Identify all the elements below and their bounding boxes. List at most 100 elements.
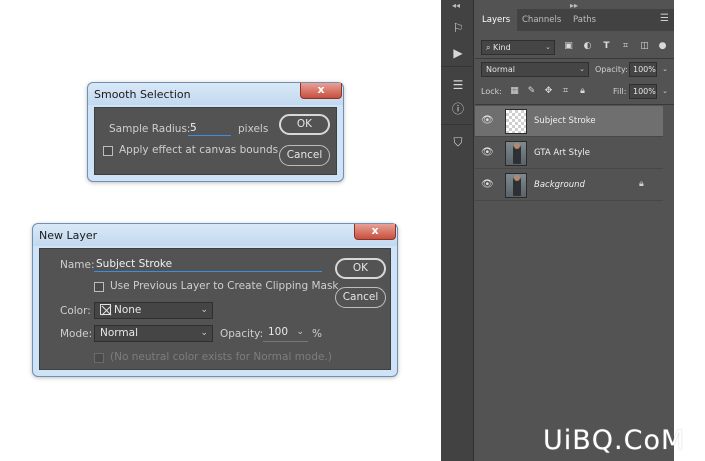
- layer-lock-icon: 🔒︎: [639, 179, 644, 189]
- chevron-down-icon: ⌄: [200, 328, 208, 338]
- name-input[interactable]: Subject Stroke: [94, 258, 322, 272]
- dialog-title: Smooth Selection: [94, 88, 191, 101]
- neutral-color-label: (No neutral color exists for Normal mode…: [110, 351, 332, 363]
- collapse-grip-icon[interactable]: ◂◂: [452, 1, 460, 10]
- panel-divider: [475, 58, 674, 59]
- opacity-label: Opacity:: [220, 328, 264, 340]
- photoshop-panel-area: ◂◂ ⚐ ▶ ☰ ⓘ ⛉ ▸▸ Layers Channels Paths ☰ …: [441, 0, 674, 461]
- panel-divider: [475, 104, 674, 105]
- opacity-unit: %: [312, 328, 322, 340]
- close-button[interactable]: x: [354, 224, 396, 240]
- watermark: UiBQ.CoM: [543, 425, 686, 456]
- search-icon: ⌕: [486, 43, 494, 52]
- lock-label: Lock:: [481, 87, 502, 96]
- visibility-eye-icon[interactable]: 👁︎: [481, 179, 494, 191]
- type-filter-icon[interactable]: T: [601, 41, 612, 52]
- panel-tabs: Layers Channels Paths ☰: [475, 9, 674, 31]
- layer-name: Background: [534, 180, 585, 190]
- filter-kind-select[interactable]: ⌕ Kind ⌄: [481, 40, 555, 55]
- units-label: pixels: [238, 123, 269, 135]
- fill-input[interactable]: 100% ⌄: [629, 84, 668, 99]
- chevron-down-icon: ⌄: [296, 327, 304, 337]
- apply-canvas-checkbox[interactable]: [103, 146, 113, 156]
- visibility-eye-icon[interactable]: 👁︎: [481, 147, 494, 159]
- lock-row: Lock: ▦ ✎ ✥ ⌗ 🔒︎ Fill: 100% ⌄: [479, 84, 670, 102]
- chevron-down-icon: ⌄: [200, 305, 208, 315]
- color-select[interactable]: None ⌄: [94, 302, 213, 319]
- lock-position-icon[interactable]: ✥: [543, 86, 554, 97]
- play-icon[interactable]: ▶: [450, 45, 466, 61]
- layer-row[interactable]: 👁︎ Subject Stroke: [475, 106, 663, 137]
- figure-head: [514, 143, 520, 149]
- smart-object-filter-icon[interactable]: ◫: [639, 41, 650, 52]
- shape-filter-icon[interactable]: ⌗: [620, 41, 631, 52]
- tab-layers[interactable]: Layers: [475, 9, 518, 31]
- history-brush-icon[interactable]: ⚐: [450, 20, 466, 36]
- sample-radius-label: Sample Radius:: [109, 123, 191, 135]
- tool-strip: ◂◂ ⚐ ▶ ☰ ⓘ ⛉: [441, 0, 474, 461]
- fill-label: Fill:: [613, 87, 627, 96]
- filter-toggle-icon[interactable]: ●: [657, 41, 668, 52]
- dialog-title: New Layer: [39, 229, 98, 242]
- clipping-mask-label: Use Previous Layer to Create Clipping Ma…: [110, 280, 339, 292]
- name-label: Name:: [60, 259, 95, 271]
- mode-value: Normal: [100, 327, 138, 339]
- visibility-eye-icon[interactable]: 👁︎: [481, 115, 494, 127]
- tab-channels[interactable]: Channels: [522, 9, 561, 31]
- layer-row[interactable]: 👁︎ Background 🔒︎: [475, 170, 663, 201]
- clipping-mask-checkbox[interactable]: [94, 282, 104, 292]
- opacity-input[interactable]: 100% ⌄: [629, 62, 668, 77]
- tool-divider: [441, 124, 474, 125]
- sample-radius-input[interactable]: 5: [188, 122, 231, 136]
- chevron-down-icon: ⌄: [662, 65, 668, 73]
- layer-row[interactable]: 👁︎ GTA Art Style: [475, 138, 663, 169]
- cancel-button[interactable]: Cancel: [335, 287, 386, 308]
- cancel-button[interactable]: Cancel: [279, 145, 330, 166]
- blend-mode-select[interactable]: Normal ⌄: [481, 62, 589, 77]
- panel-menu-icon[interactable]: ☰: [660, 13, 669, 24]
- mode-select[interactable]: Normal ⌄: [94, 325, 213, 342]
- blend-mode-value: Normal: [486, 65, 515, 74]
- filter-kind-value: Kind: [493, 43, 511, 52]
- layer-thumbnail: [505, 109, 527, 134]
- figure-head: [514, 175, 520, 181]
- lock-all-icon[interactable]: 🔒︎: [577, 86, 588, 97]
- opacity-label: Opacity:: [595, 65, 628, 74]
- color-value: None: [114, 304, 142, 316]
- lock-image-icon[interactable]: ✎: [526, 86, 537, 97]
- new-layer-dialog: New Layer x Name: Subject Stroke Use Pre…: [32, 223, 398, 377]
- screenshot-root: Smooth Selection x Sample Radius: 5 pixe…: [0, 0, 705, 461]
- layer-name: Subject Stroke: [534, 116, 596, 126]
- dialog-body: Sample Radius: 5 pixels Apply effect at …: [94, 107, 337, 175]
- chevron-down-icon: ⌄: [579, 65, 585, 73]
- chevron-down-icon: ⌄: [545, 43, 551, 51]
- stamp-icon[interactable]: ⛉: [450, 134, 466, 150]
- opacity-value: 100: [268, 326, 289, 338]
- layer-name: GTA Art Style: [534, 148, 591, 158]
- ok-button[interactable]: OK: [279, 114, 330, 135]
- smooth-selection-dialog: Smooth Selection x Sample Radius: 5 pixe…: [87, 82, 344, 182]
- layer-thumbnail: [505, 141, 527, 166]
- layers-panel: ▸▸ Layers Channels Paths ☰ ⌕ Kind ⌄ ▣ ◐ …: [475, 0, 674, 461]
- dialog-body: Name: Subject Stroke Use Previous Layer …: [39, 248, 391, 370]
- neutral-color-checkbox: [94, 353, 104, 363]
- opacity-select[interactable]: 100 ⌄: [263, 325, 308, 342]
- blend-row: Normal ⌄ Opacity: 100% ⌄: [479, 62, 670, 80]
- adjustment-filter-icon[interactable]: ◐: [582, 41, 593, 52]
- info-icon[interactable]: ⓘ: [450, 101, 466, 117]
- right-margin: [674, 0, 705, 461]
- lock-transparent-icon[interactable]: ▦: [509, 86, 520, 97]
- color-label: Color:: [60, 305, 91, 317]
- tab-paths[interactable]: Paths: [573, 9, 596, 31]
- close-button[interactable]: x: [300, 83, 342, 99]
- apply-canvas-label: Apply effect at canvas bounds: [119, 144, 279, 156]
- ok-button[interactable]: OK: [335, 258, 386, 279]
- layer-thumbnail: [505, 173, 527, 198]
- mode-label: Mode:: [60, 328, 93, 340]
- image-filter-icon[interactable]: ▣: [563, 41, 574, 52]
- filter-row: ⌕ Kind ⌄ ▣ ◐ T ⌗ ◫ ●: [479, 39, 670, 57]
- adjust-icon[interactable]: ☰: [450, 77, 466, 93]
- chevron-down-icon: ⌄: [662, 87, 668, 95]
- lock-artboard-icon[interactable]: ⌗: [560, 86, 571, 97]
- tool-divider: [441, 66, 474, 67]
